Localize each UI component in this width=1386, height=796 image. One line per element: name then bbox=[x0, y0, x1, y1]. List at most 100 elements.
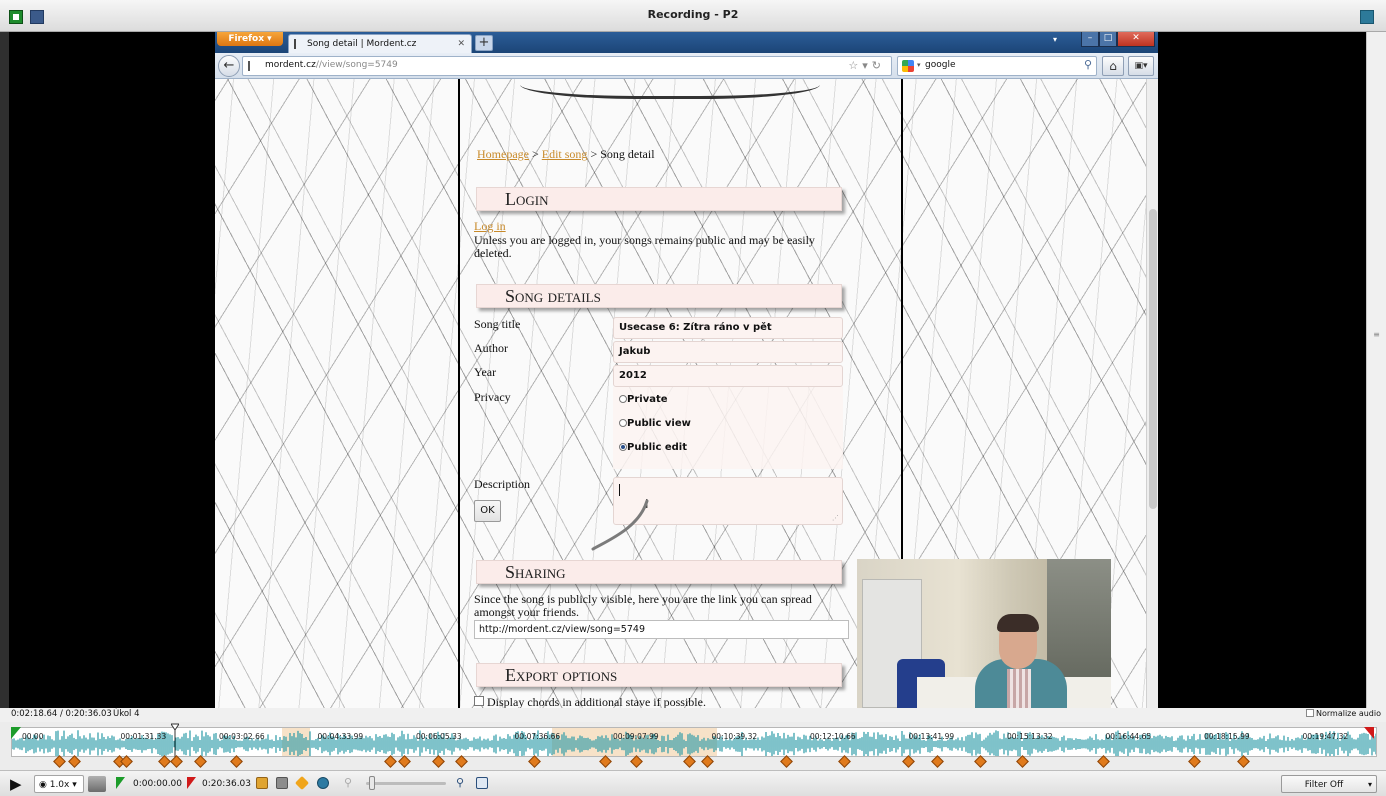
timeline-marker[interactable] bbox=[384, 755, 397, 768]
privacy-label: Privacy bbox=[474, 390, 511, 404]
engine-dropdown-icon[interactable]: ▾ bbox=[917, 61, 921, 69]
timeline-marker[interactable] bbox=[1188, 755, 1201, 768]
timeline-marker[interactable] bbox=[170, 755, 183, 768]
year-label: Year bbox=[474, 365, 497, 379]
timeline-marker[interactable] bbox=[68, 755, 81, 768]
radio-public-view[interactable] bbox=[619, 419, 627, 427]
timeline-marker[interactable] bbox=[432, 755, 445, 768]
ok-button[interactable]: OK bbox=[474, 500, 501, 522]
new-tab-button[interactable]: + bbox=[475, 35, 493, 51]
export-chords-checkbox[interactable] bbox=[474, 696, 484, 706]
timeline-marker[interactable] bbox=[53, 755, 66, 768]
end-flag-icon[interactable] bbox=[1364, 727, 1374, 739]
maximize-button[interactable]: □ bbox=[1099, 32, 1117, 47]
timeline-marker[interactable] bbox=[194, 755, 207, 768]
search-box[interactable]: ▾ google ⚲ bbox=[897, 56, 1097, 76]
page-viewport: Homepage > Edit song > Song detail Login… bbox=[215, 79, 1146, 708]
song-details-heading: Song details bbox=[476, 284, 842, 308]
song-title-label: Song title bbox=[474, 317, 521, 331]
author-label: Author bbox=[474, 341, 508, 355]
zoom-slider[interactable] bbox=[366, 782, 446, 785]
zoom-slider-thumb[interactable] bbox=[369, 776, 375, 790]
breadcrumb-homepage[interactable]: Homepage bbox=[477, 147, 529, 161]
url-text[interactable]: mordent.cz//view/song=5749 bbox=[265, 60, 398, 70]
addons-button[interactable]: ▣▾ bbox=[1128, 56, 1154, 76]
timeline-marker[interactable] bbox=[1097, 755, 1110, 768]
year-field[interactable]: 2012 bbox=[613, 365, 843, 387]
url-path: //view/song=5749 bbox=[315, 60, 398, 70]
film-icon[interactable] bbox=[276, 777, 288, 789]
window-title: Recording - P2 bbox=[647, 8, 739, 21]
timeline-marker[interactable] bbox=[683, 755, 696, 768]
resize-grip-icon[interactable]: ⋰ bbox=[832, 514, 839, 522]
google-icon[interactable] bbox=[902, 60, 914, 72]
timeline-marker[interactable] bbox=[974, 755, 987, 768]
firefox-menu-button[interactable]: Firefox ▾ bbox=[217, 32, 283, 46]
speed-select[interactable]: ◉ 1.0x ▾ bbox=[34, 775, 84, 793]
normalize-audio-checkbox[interactable] bbox=[1306, 709, 1314, 717]
song-title-field[interactable]: Usecase 6: Zítra ráno v pět bbox=[613, 317, 843, 339]
login-heading-text: Login bbox=[505, 189, 549, 209]
timeline-marker[interactable] bbox=[1237, 755, 1250, 768]
recorder-right-scrollbar[interactable]: ≡ bbox=[1366, 32, 1386, 708]
end-time: 0:20:36.03 bbox=[202, 779, 252, 789]
filter-select[interactable]: Filter Off ▾ bbox=[1281, 775, 1377, 793]
zoom-fit-icon[interactable] bbox=[476, 777, 488, 789]
timeline-marker[interactable] bbox=[599, 755, 612, 768]
search-input[interactable]: google bbox=[925, 60, 955, 70]
zoom-out-icon[interactable]: ⚲ bbox=[344, 777, 356, 789]
audio-track[interactable]: 00.00 00:01:31.33 00:03:02.66 00:04:33.99 00… bbox=[11, 727, 1377, 757]
back-button[interactable]: ← bbox=[218, 55, 240, 77]
timeline-marker[interactable] bbox=[158, 755, 171, 768]
timeline-time-label: 00:01:31.33 bbox=[120, 732, 167, 741]
timeline-marker[interactable] bbox=[630, 755, 643, 768]
clip-icon[interactable] bbox=[256, 777, 268, 789]
home-button[interactable]: ⌂ bbox=[1102, 56, 1124, 76]
page-scrollbar-thumb[interactable] bbox=[1149, 209, 1157, 509]
timeline-marker[interactable] bbox=[1016, 755, 1029, 768]
timeline-marker[interactable] bbox=[398, 755, 411, 768]
tab-song-detail[interactable]: Song detail | Mordent.cz ✕ bbox=[288, 34, 472, 53]
play-icon[interactable]: ▶ bbox=[10, 775, 28, 793]
marker-icon[interactable] bbox=[294, 775, 310, 791]
timeline-marker[interactable] bbox=[902, 755, 915, 768]
privacy-option-public-view[interactable]: Public view bbox=[619, 418, 691, 429]
close-window-button[interactable]: ✕ bbox=[1117, 32, 1155, 47]
minimize-button[interactable]: – bbox=[1081, 32, 1099, 47]
start-flag-icon[interactable] bbox=[11, 727, 21, 739]
start-flag-icon[interactable] bbox=[116, 777, 125, 789]
login-heading: Login bbox=[476, 187, 842, 211]
list-tabs-icon[interactable]: ▾ bbox=[1053, 35, 1057, 44]
zoom-in-icon[interactable]: ⚲ bbox=[456, 777, 468, 789]
url-bar[interactable]: mordent.cz//view/song=5749 ☆▾↻ bbox=[242, 56, 892, 76]
timeline-marker[interactable] bbox=[838, 755, 851, 768]
timeline-marker[interactable] bbox=[931, 755, 944, 768]
author-field[interactable]: Jakub bbox=[613, 341, 843, 363]
timeline-marker[interactable] bbox=[780, 755, 793, 768]
timeline-marker[interactable] bbox=[528, 755, 541, 768]
camera-icon[interactable] bbox=[317, 777, 329, 789]
privacy-option-private[interactable]: Private bbox=[619, 394, 668, 405]
navigation-bar: ← mordent.cz//view/song=5749 ☆▾↻ ▾ googl… bbox=[215, 53, 1158, 79]
timeline-marker[interactable] bbox=[455, 755, 468, 768]
cut-icon[interactable] bbox=[88, 776, 106, 792]
end-flag-icon[interactable] bbox=[187, 777, 196, 789]
bookmark-star-icon[interactable]: ☆▾↻ bbox=[848, 59, 885, 72]
login-link[interactable]: Log in bbox=[474, 220, 506, 233]
page-scrollbar[interactable] bbox=[1146, 79, 1158, 708]
speed-icon: ◉ bbox=[39, 780, 50, 790]
webcam-person-shirt bbox=[1007, 669, 1031, 708]
breadcrumb-edit-song[interactable]: Edit song bbox=[542, 147, 588, 161]
close-tab-icon[interactable]: ✕ bbox=[457, 35, 465, 53]
search-icon[interactable]: ⚲ bbox=[1084, 58, 1092, 71]
export-icon[interactable] bbox=[1360, 10, 1374, 24]
site-identity-icon[interactable] bbox=[248, 61, 254, 71]
radio-public-edit[interactable] bbox=[619, 443, 627, 451]
timeline-marker[interactable] bbox=[230, 755, 243, 768]
normalize-audio-option[interactable]: Normalize audio bbox=[1306, 709, 1381, 718]
timeline-time-label: 00:18:15.99 bbox=[1204, 732, 1250, 741]
share-url-field[interactable]: http://mordent.cz/view/song=5749 bbox=[474, 620, 849, 639]
timeline-marker[interactable] bbox=[701, 755, 714, 768]
radio-private[interactable] bbox=[619, 395, 627, 403]
privacy-option-public-edit[interactable]: Public edit bbox=[619, 442, 687, 453]
